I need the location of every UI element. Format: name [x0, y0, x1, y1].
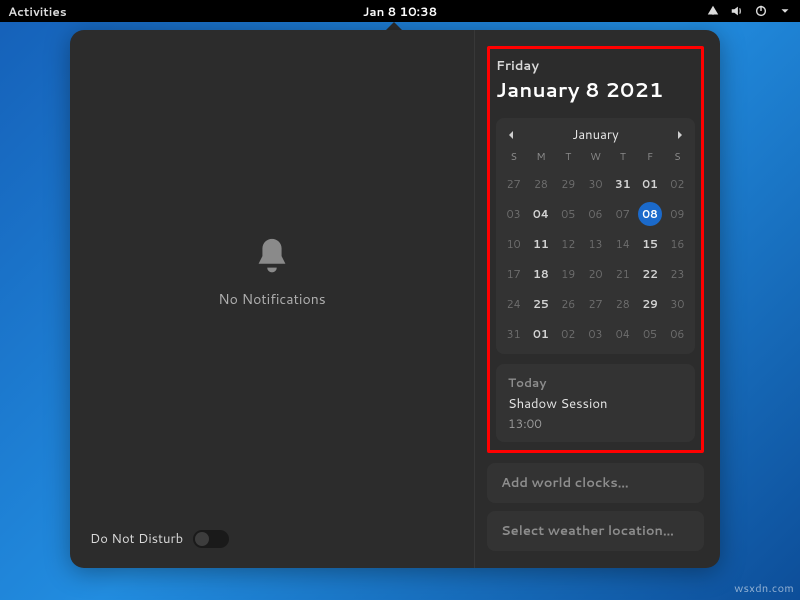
calendar-dow: T — [609, 150, 636, 166]
notifications-empty-label: No Notifications — [218, 289, 325, 309]
notifications-pane: No Notifications Do Not Disturb — [70, 30, 475, 568]
do-not-disturb-row: Do Not Disturb — [70, 514, 474, 568]
activities-button[interactable]: Activities — [8, 3, 67, 20]
month-label: January — [572, 126, 618, 144]
calendar-day[interactable]: 08 — [638, 202, 662, 226]
calendar-day[interactable]: 07 — [611, 202, 635, 226]
calendar-dow: T — [555, 150, 582, 166]
calendar-day[interactable]: 19 — [556, 262, 580, 286]
calendar-day[interactable]: 06 — [583, 202, 607, 226]
calendar-day[interactable]: 10 — [502, 232, 526, 256]
calendar-day[interactable]: 31 — [502, 322, 526, 346]
calendar-day[interactable]: 30 — [583, 172, 607, 196]
select-weather-location-button[interactable]: Select weather location… — [487, 511, 704, 551]
prev-month-icon[interactable] — [506, 130, 516, 140]
add-world-clocks-button[interactable]: Add world clocks… — [487, 463, 704, 503]
volume-icon[interactable] — [730, 4, 744, 18]
calendar-day[interactable]: 16 — [665, 232, 689, 256]
calendar-day[interactable]: 01 — [529, 322, 553, 346]
calendar-day[interactable]: 06 — [665, 322, 689, 346]
calendar-day[interactable]: 21 — [611, 262, 635, 286]
calendar-day[interactable]: 04 — [529, 202, 553, 226]
calendar-day[interactable]: 27 — [583, 292, 607, 316]
datetime-panel: No Notifications Do Not Disturb Friday J… — [70, 30, 720, 568]
calendar-day[interactable]: 04 — [611, 322, 635, 346]
calendar-day[interactable]: 12 — [556, 232, 580, 256]
notifications-empty: No Notifications — [70, 30, 474, 514]
calendar-dow: F — [636, 150, 663, 166]
calendar-day[interactable]: 14 — [611, 232, 635, 256]
calendar-day[interactable]: 28 — [611, 292, 635, 316]
calendar-day[interactable]: 03 — [583, 322, 607, 346]
calendar-day[interactable]: 02 — [665, 172, 689, 196]
weekday-label: Friday — [496, 57, 695, 75]
calendar-day[interactable]: 02 — [556, 322, 580, 346]
calendar-highlight: Friday January 8 2021 January SMTWTFS272… — [487, 46, 704, 453]
do-not-disturb-toggle[interactable] — [193, 530, 229, 548]
calendar-day[interactable]: 27 — [502, 172, 526, 196]
calendar-dow: W — [582, 150, 609, 166]
calendar-pane: Friday January 8 2021 January SMTWTFS272… — [475, 30, 720, 568]
calendar-day[interactable]: 13 — [583, 232, 607, 256]
calendar-widget: January SMTWTFS2728293031010203040506070… — [496, 118, 695, 354]
power-icon[interactable] — [754, 4, 768, 18]
calendar-day[interactable]: 05 — [556, 202, 580, 226]
watermark: wsxdn.com — [734, 580, 794, 596]
calendar-day[interactable]: 22 — [638, 262, 662, 286]
calendar-day[interactable]: 25 — [529, 292, 553, 316]
calendar-day[interactable]: 15 — [638, 232, 662, 256]
calendar-day[interactable]: 31 — [611, 172, 635, 196]
calendar-day[interactable]: 01 — [638, 172, 662, 196]
calendar-grid: SMTWTFS272829303101020304050607080910111… — [500, 150, 691, 346]
calendar-day[interactable]: 03 — [502, 202, 526, 226]
calendar-day[interactable]: 29 — [638, 292, 662, 316]
calendar-day[interactable]: 30 — [665, 292, 689, 316]
calendar-day[interactable]: 28 — [529, 172, 553, 196]
calendar-day[interactable]: 20 — [583, 262, 607, 286]
date-header: Friday January 8 2021 — [496, 57, 695, 104]
events-card[interactable]: Today Shadow Session 13:00 — [496, 364, 695, 442]
top-bar: Activities Jan 8 10:38 — [0, 0, 800, 22]
system-tray[interactable] — [706, 4, 792, 18]
calendar-day[interactable]: 11 — [529, 232, 553, 256]
calendar-day[interactable]: 18 — [529, 262, 553, 286]
calendar-day[interactable]: 26 — [556, 292, 580, 316]
calendar-day[interactable]: 09 — [665, 202, 689, 226]
calendar-day[interactable]: 17 — [502, 262, 526, 286]
next-month-icon[interactable] — [675, 130, 685, 140]
topbar-clock[interactable]: Jan 8 10:38 — [363, 3, 437, 20]
events-today-label: Today — [508, 374, 683, 391]
calendar-dow: M — [527, 150, 554, 166]
bell-icon — [249, 235, 295, 281]
do-not-disturb-label: Do Not Disturb — [90, 530, 183, 548]
event-time: 13:00 — [508, 415, 683, 432]
network-icon[interactable] — [706, 4, 720, 18]
calendar-dow: S — [500, 150, 527, 166]
event-title: Shadow Session — [508, 395, 683, 413]
calendar-day[interactable]: 23 — [665, 262, 689, 286]
calendar-day[interactable]: 29 — [556, 172, 580, 196]
chevron-down-icon[interactable] — [778, 4, 792, 18]
calendar-day[interactable]: 24 — [502, 292, 526, 316]
calendar-dow: S — [664, 150, 691, 166]
full-date-label: January 8 2021 — [496, 76, 695, 104]
calendar-day[interactable]: 05 — [638, 322, 662, 346]
